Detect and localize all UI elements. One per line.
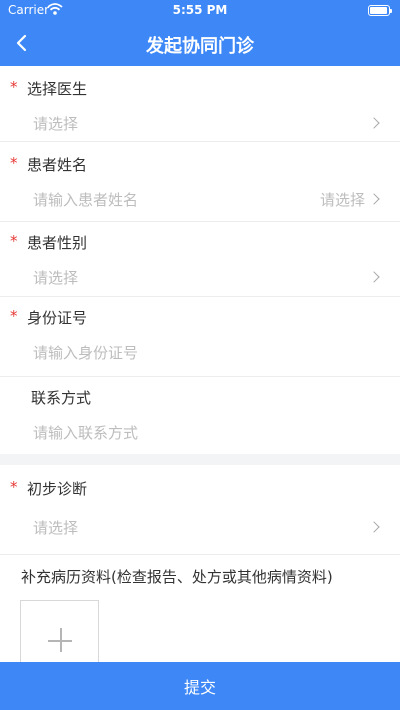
chevron-right-icon (368, 271, 380, 283)
required-mark: * (10, 232, 18, 250)
patient-select-link[interactable]: 请选择 (320, 189, 365, 210)
section-divider (0, 454, 400, 465)
patient-gender-field[interactable]: * 患者性别 请选择 (0, 222, 400, 297)
diagnosis-label: 初步诊断 (27, 480, 88, 498)
id-number-label: 身份证号 (27, 309, 88, 327)
id-number-input[interactable]: 请输入身份证号 (33, 342, 138, 363)
patient-name-input[interactable]: 请输入患者姓名 (33, 189, 138, 210)
doctor-label: 选择医生 (27, 80, 88, 98)
id-number-field: * 身份证号 请输入身份证号 (0, 297, 400, 377)
app-header: Carrier 5:55 PM 发起协同门诊 (0, 0, 400, 66)
doctor-field[interactable]: * 选择医生 请选择 (0, 66, 400, 142)
chevron-right-icon (368, 117, 380, 129)
patient-gender-label: 患者性别 (27, 234, 88, 252)
patient-gender-select[interactable]: 请选择 (33, 267, 78, 288)
doctor-select[interactable]: 请选择 (33, 113, 78, 134)
contact-field: 联系方式 请输入联系方式 (0, 377, 400, 454)
chevron-right-icon (368, 193, 380, 205)
patient-name-field: * 患者姓名 请输入患者姓名 请选择 (0, 142, 400, 222)
required-mark: * (10, 78, 18, 96)
required-mark: * (10, 478, 18, 496)
battery-icon (368, 5, 392, 16)
status-time: 5:55 PM (172, 3, 228, 17)
submit-button[interactable]: 提交 (0, 662, 400, 710)
contact-label: 联系方式 (31, 389, 92, 407)
contact-input[interactable]: 请输入联系方式 (33, 422, 138, 443)
page-title: 发起协同门诊 (146, 36, 254, 57)
supplement-label: 补充病历资料(检查报告、处方或其他病情资料) (21, 568, 333, 586)
chevron-right-icon (368, 521, 380, 533)
patient-name-label: 患者姓名 (27, 156, 88, 174)
diagnosis-select[interactable]: 请选择 (33, 517, 78, 538)
required-mark: * (10, 154, 18, 172)
status-bar: Carrier 5:55 PM (0, 0, 400, 22)
nav-bar: 发起协同门诊 (0, 22, 400, 66)
required-mark: * (10, 307, 18, 325)
diagnosis-field[interactable]: * 初步诊断 请选择 (0, 465, 400, 555)
